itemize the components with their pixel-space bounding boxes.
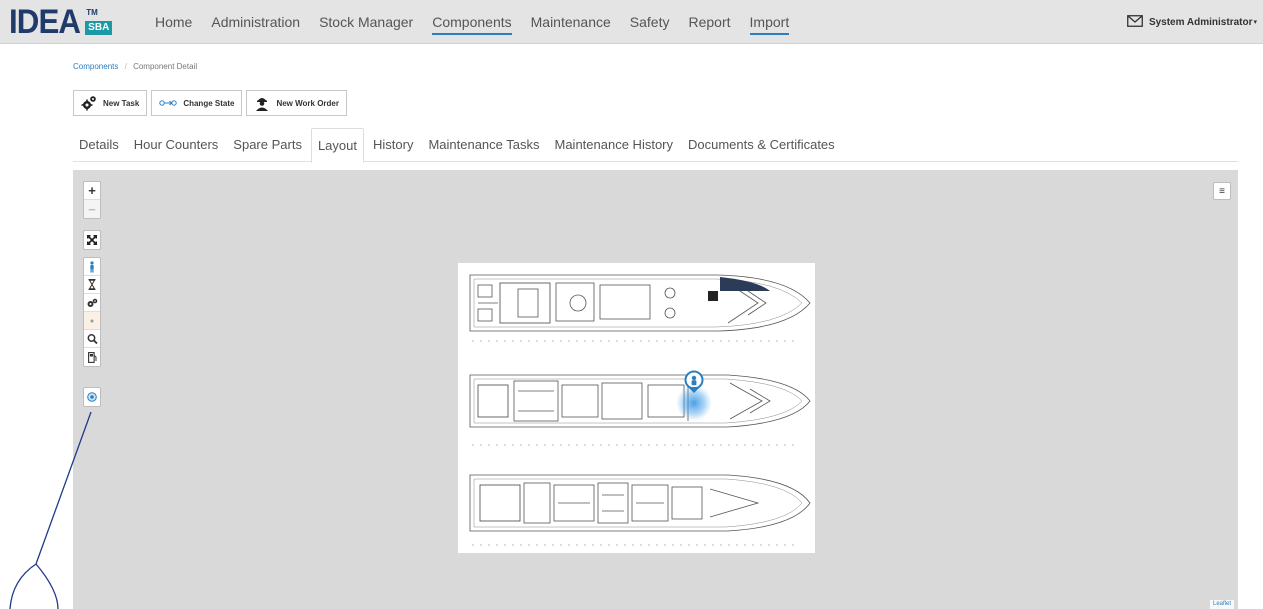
- new-task-button[interactable]: New Task: [73, 90, 148, 116]
- layer-tools: [83, 257, 101, 367]
- lower-deck-plan: [469, 474, 811, 532]
- tab-layout[interactable]: Layout: [310, 128, 364, 163]
- map-attribution[interactable]: Leaflet: [1209, 600, 1234, 609]
- yacht-deck-plans: [469, 274, 811, 546]
- zoom-out-button[interactable]: −: [84, 200, 100, 218]
- nav-stock-manager[interactable]: Stock Manager: [319, 0, 413, 44]
- breadcrumb: Components / Component Detail: [73, 62, 197, 71]
- fit-control: [83, 230, 101, 250]
- layout-map[interactable]: + − ≡ Leaflet: [73, 170, 1238, 609]
- nav-maintenance[interactable]: Maintenance: [531, 0, 611, 44]
- nav-components[interactable]: Components: [432, 0, 513, 44]
- main-nav: Home Administration Stock Manager Compon…: [155, 0, 808, 44]
- breadcrumb-current: Component Detail: [133, 62, 198, 71]
- tab-spare-parts[interactable]: Spare Parts: [227, 128, 308, 161]
- nav-report[interactable]: Report: [689, 0, 731, 44]
- app-logo[interactable]: IDEA TM SBA: [9, 4, 114, 40]
- person-icon[interactable]: [84, 258, 100, 276]
- zoom-in-button[interactable]: +: [84, 182, 100, 200]
- logo-text: IDEA: [9, 3, 81, 41]
- layers-menu-button[interactable]: ≡: [1213, 182, 1231, 200]
- main-deck-plan: [469, 374, 811, 428]
- new-work-order-button[interactable]: New Work Order: [246, 90, 347, 116]
- change-state-button[interactable]: Change State: [151, 90, 243, 116]
- wrench-gear-icon[interactable]: [84, 330, 100, 348]
- envelope-icon[interactable]: [1127, 14, 1149, 30]
- upper-deck-plan: [469, 274, 811, 332]
- state-toggle-icon: [159, 99, 178, 107]
- tab-history[interactable]: History: [367, 128, 419, 161]
- top-navbar: IDEA TM SBA Home Administration Stock Ma…: [0, 0, 1263, 44]
- logo-sba-badge: SBA: [85, 21, 113, 35]
- hourglass-icon[interactable]: [84, 276, 100, 294]
- deck-plan-image[interactable]: [458, 263, 815, 553]
- gears-icon[interactable]: [84, 294, 100, 312]
- action-toolbar: New Task Change State New Work Order: [73, 90, 351, 116]
- gears-icon: [81, 95, 97, 111]
- nav-safety[interactable]: Safety: [630, 0, 670, 44]
- tab-documents-certificates[interactable]: Documents & Certificates: [682, 128, 841, 161]
- expand-icon: [87, 235, 97, 245]
- user-menu[interactable]: System Administrator ▾: [1127, 0, 1257, 44]
- new-task-label: New Task: [103, 98, 140, 108]
- nav-administration[interactable]: Administration: [211, 0, 300, 44]
- breadcrumb-components-link[interactable]: Components: [73, 62, 118, 71]
- fit-bounds-button[interactable]: [84, 231, 100, 249]
- breadcrumb-separator: /: [124, 62, 127, 71]
- dot-icon[interactable]: [84, 312, 100, 330]
- new-work-order-label: New Work Order: [276, 98, 339, 108]
- nav-import[interactable]: Import: [749, 0, 789, 44]
- detail-tabs: Details Hour Counters Spare Parts Layout…: [73, 128, 1238, 163]
- user-name[interactable]: System Administrator: [1149, 17, 1253, 28]
- caret-down-icon[interactable]: ▾: [1253, 18, 1257, 26]
- worker-icon: [254, 95, 270, 111]
- locate-icon: [87, 392, 97, 402]
- tab-maintenance-history[interactable]: Maintenance History: [549, 128, 680, 161]
- change-state-label: Change State: [183, 98, 235, 108]
- nav-home[interactable]: Home: [155, 0, 192, 44]
- locate-control: [83, 387, 101, 407]
- tab-maintenance-tasks[interactable]: Maintenance Tasks: [422, 128, 545, 161]
- fuel-pump-icon[interactable]: [84, 348, 100, 366]
- tab-details[interactable]: Details: [73, 128, 125, 161]
- locate-button[interactable]: [84, 388, 100, 406]
- tab-hour-counters[interactable]: Hour Counters: [128, 128, 225, 161]
- logo-trademark: TM: [86, 8, 98, 17]
- zoom-control: + −: [83, 181, 101, 219]
